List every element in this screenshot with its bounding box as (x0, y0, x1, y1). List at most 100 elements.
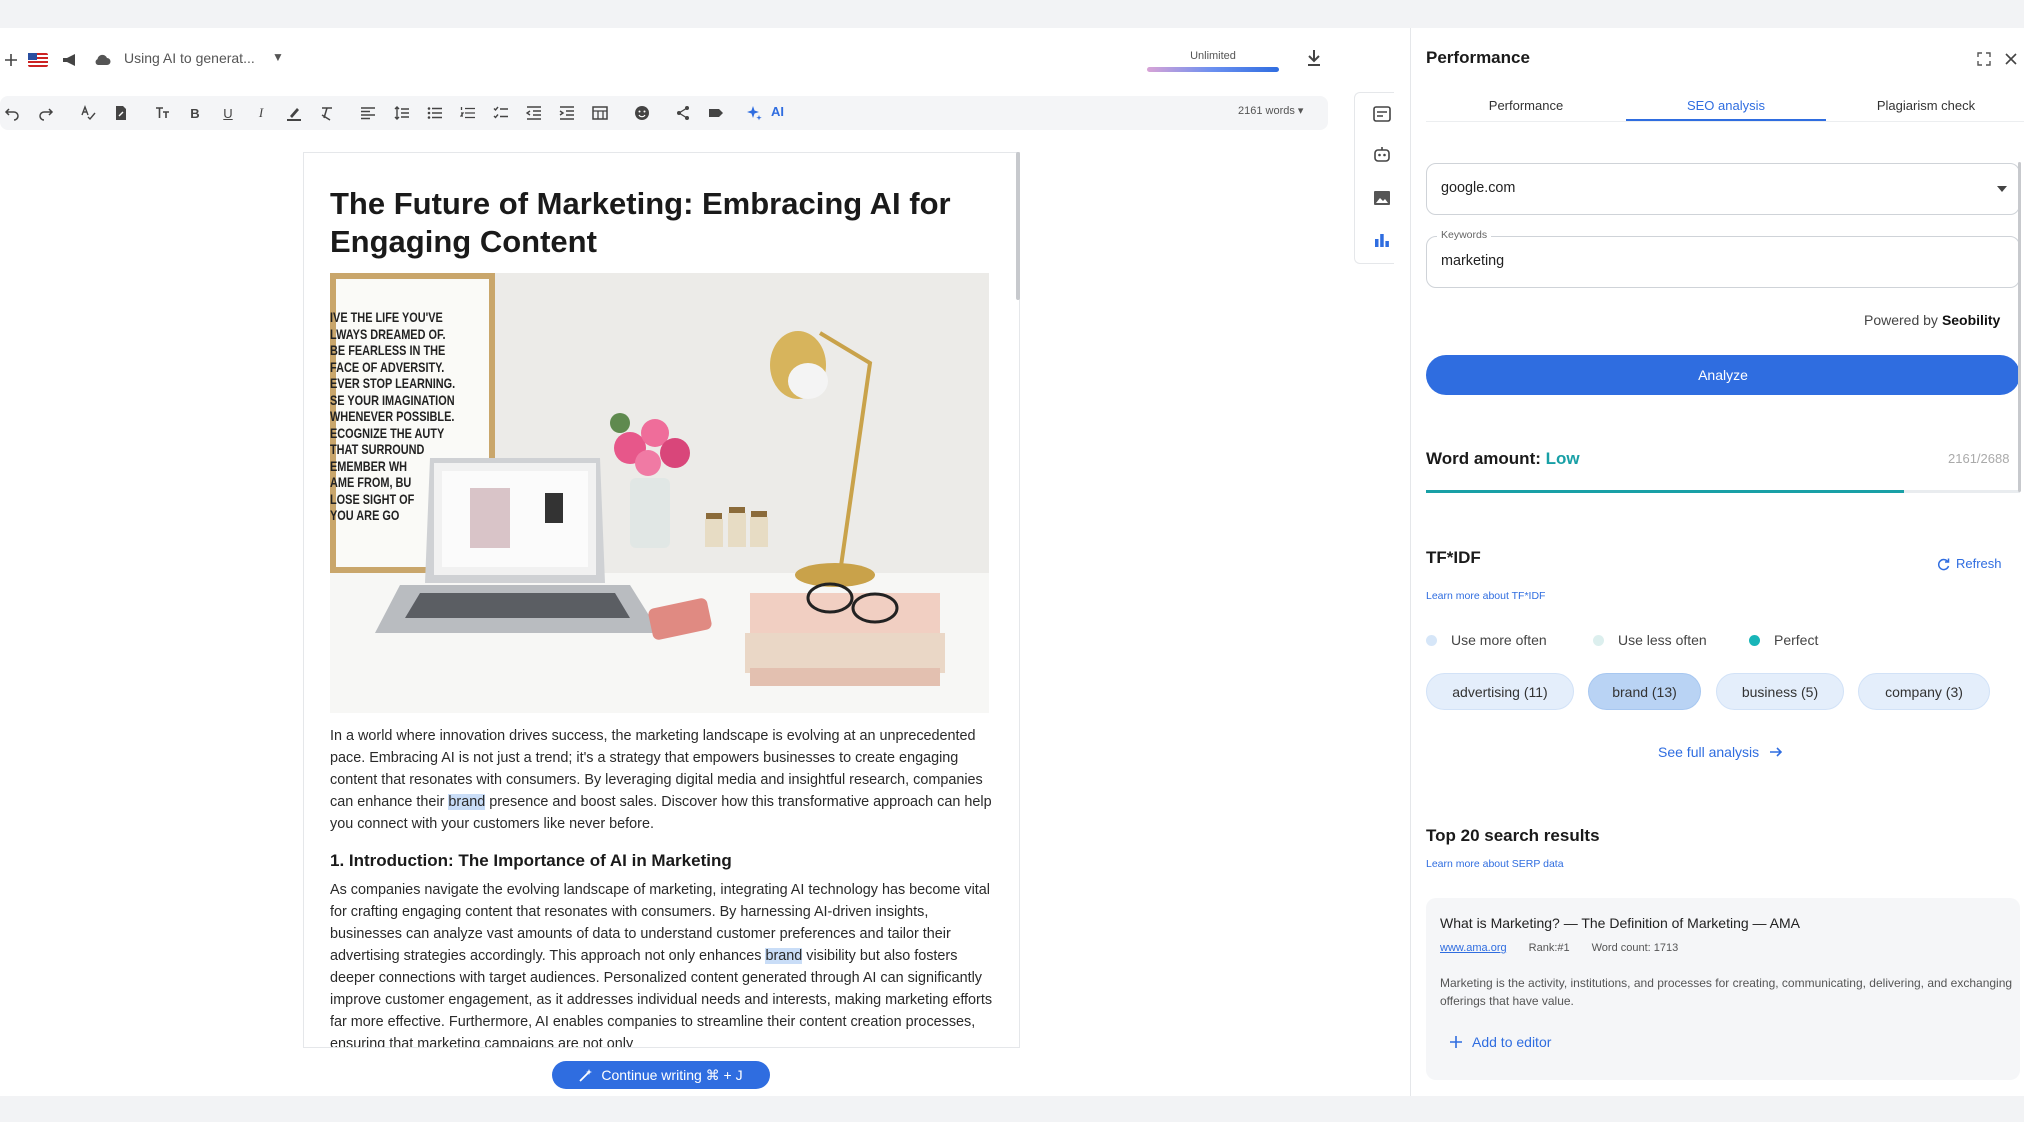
add-icon[interactable] (0, 50, 22, 70)
emoji-icon[interactable] (631, 102, 653, 124)
active-tab-indicator (1626, 119, 1826, 121)
seobility-logo: Seobility (1941, 312, 2001, 328)
result-description: Marketing is the activity, institutions,… (1440, 976, 2013, 1008)
section-paragraph[interactable]: As companies navigate the evolving lands… (330, 879, 995, 1047)
word-amount-status: Low (1545, 449, 1580, 468)
legend-dot (1593, 634, 1604, 646)
continue-writing-label: Continue writing ⌘ + J (601, 1066, 743, 1083)
quota-bar (1147, 67, 1279, 72)
chevron-down-icon (1997, 186, 2007, 192)
result-url[interactable]: www.ama.org (1440, 942, 1507, 954)
clear-format-icon[interactable] (316, 102, 338, 124)
learn-tfidf-link[interactable]: Learn more about TF*IDF (1426, 590, 1545, 602)
image-icon[interactable] (1372, 188, 1392, 208)
close-icon[interactable] (2004, 52, 2018, 71)
generation-status: Using AI to generat... (124, 50, 255, 66)
word-ratio: 2161/2688 (1948, 451, 2010, 466)
ai-button-label[interactable]: AI (771, 104, 784, 119)
powered-by: Powered by Seobility (1864, 312, 2000, 328)
document-title[interactable]: The Future of Marketing: Embracing AI fo… (330, 185, 1000, 261)
tab-seo-analysis[interactable]: SEO analysis (1626, 98, 1826, 113)
word-progress-track (1426, 490, 2020, 493)
word-count-dropdown[interactable]: 2161 words ▾ (1238, 104, 1303, 117)
robot-icon[interactable] (1372, 144, 1392, 164)
indent-icon[interactable] (556, 102, 578, 124)
search-engine-value: google.com (1441, 180, 1516, 196)
learn-serp-link[interactable]: Learn more about SERP data (1426, 858, 1564, 870)
status-dropdown-icon[interactable]: ▼ (272, 50, 284, 64)
add-to-editor-button[interactable]: Add to editor (1450, 1034, 1551, 1050)
ai-sparkle-icon[interactable] (743, 102, 765, 124)
document-scrollbar[interactable] (1016, 152, 1020, 300)
document-page[interactable]: The Future of Marketing: Embracing AI fo… (303, 152, 1020, 1048)
text-size-icon[interactable] (151, 102, 173, 124)
spellcheck-icon[interactable] (77, 102, 99, 124)
tfidf-heading: TF*IDF (1426, 548, 1481, 567)
cloud-sync-icon (91, 50, 113, 70)
legend-label: Perfect (1774, 632, 1819, 648)
undo-icon[interactable] (1, 102, 23, 124)
see-full-analysis-link[interactable]: See full analysis (1658, 744, 1783, 760)
keyword-chip[interactable]: business (5) (1716, 673, 1844, 710)
checklist-icon[interactable] (490, 102, 512, 124)
keyword-highlight[interactable]: brand (765, 948, 803, 964)
magic-wand-icon (579, 1069, 593, 1082)
keyword-chip[interactable]: advertising (11) (1426, 673, 1574, 710)
poster-text: IVE THE LIFE YOU'VE LWAYS DREAMED OF. BE… (330, 309, 455, 523)
bold-icon[interactable]: B (184, 102, 206, 124)
tab-performance[interactable]: Performance (1426, 98, 1626, 113)
keywords-field[interactable]: Keywords marketing (1426, 229, 2020, 288)
keywords-value: marketing (1441, 253, 1505, 269)
legend-label: Use more often (1451, 632, 1547, 648)
tab-plagiarism-check[interactable]: Plagiarism check (1826, 98, 2024, 113)
underline-icon[interactable]: U (217, 102, 239, 124)
intro-paragraph[interactable]: In a world where innovation drives succe… (330, 725, 995, 835)
analyze-button[interactable]: Analyze (1426, 355, 2020, 395)
outdent-icon[interactable] (523, 102, 545, 124)
keyword-chip[interactable]: brand (13) (1588, 673, 1701, 710)
table-icon[interactable] (589, 102, 611, 124)
refresh-icon (1937, 558, 1950, 570)
document-edit-icon[interactable] (110, 102, 132, 124)
download-icon[interactable] (1306, 49, 1322, 72)
redo-icon[interactable] (35, 102, 57, 124)
add-to-editor-label: Add to editor (1472, 1034, 1552, 1050)
panel-title: Performance (1426, 48, 1530, 67)
result-rank: Rank:#1 (1528, 942, 1570, 954)
hero-image: IVE THE LIFE YOU'VE LWAYS DREAMED OF. BE… (330, 273, 989, 713)
us-flag-icon[interactable] (27, 50, 49, 70)
keyword-highlight[interactable]: brand (448, 794, 486, 810)
keywords-label: Keywords (1437, 229, 1492, 241)
performance-chart-icon[interactable] (1372, 230, 1392, 250)
bullet-list-icon[interactable] (424, 102, 446, 124)
align-left-icon[interactable] (357, 102, 379, 124)
result-meta: www.ama.org Rank:#1 Word count: 1713 (1440, 942, 1678, 954)
word-progress-fill (1426, 490, 1904, 493)
panel-scrollbar[interactable] (2018, 162, 2021, 492)
word-amount-label: Word amount: (1426, 449, 1541, 468)
megaphone-icon[interactable] (59, 50, 81, 70)
italic-icon[interactable]: I (250, 102, 272, 124)
legend-dot (1426, 634, 1437, 646)
refresh-button[interactable]: Refresh (1936, 556, 2002, 571)
keyword-chip[interactable]: company (3) (1858, 673, 1990, 710)
continue-writing-button[interactable]: Continue writing ⌘ + J (552, 1061, 770, 1089)
numbered-list-icon[interactable] (457, 102, 479, 124)
legend-use-more: Use more often (1426, 632, 1547, 648)
powered-by-text: Powered by (1864, 312, 1938, 328)
legend-dot (1749, 634, 1760, 646)
share-icon[interactable] (672, 102, 694, 124)
tag-icon[interactable] (705, 102, 727, 124)
section-heading[interactable]: 1. Introduction: The Importance of AI in… (330, 851, 732, 871)
legend-perfect: Perfect (1749, 632, 1818, 648)
serp-heading: Top 20 search results (1426, 826, 1600, 845)
search-engine-select[interactable]: google.com (1426, 163, 2020, 215)
highlight-icon[interactable] (283, 102, 305, 124)
line-spacing-icon[interactable] (391, 102, 413, 124)
expand-icon[interactable] (1977, 52, 1991, 71)
card-list-icon[interactable] (1372, 104, 1392, 124)
arrow-right-icon (1770, 747, 1783, 757)
plus-icon (1450, 1036, 1462, 1048)
result-title[interactable]: What is Marketing? — The Definition of M… (1440, 915, 1800, 931)
tabs-divider (1426, 121, 2024, 122)
